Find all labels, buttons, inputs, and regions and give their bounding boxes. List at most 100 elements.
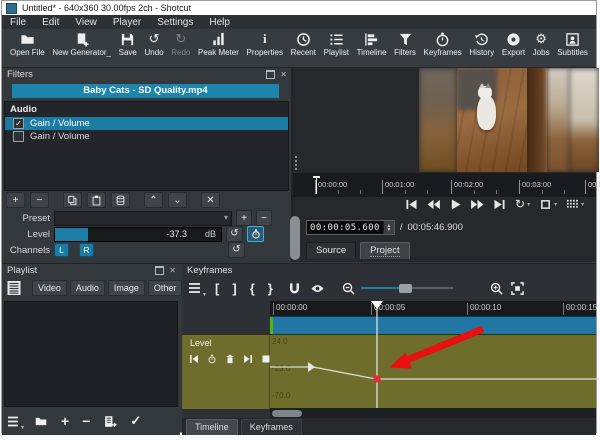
playlist-filter-video[interactable]: Video (32, 280, 67, 296)
menu-settings[interactable]: Settings (149, 17, 201, 28)
playlist-update-button[interactable] (103, 415, 118, 428)
rewind-button[interactable] (427, 199, 440, 210)
playlist-view-button[interactable] (6, 280, 22, 296)
tab-keyframes[interactable]: Keyframes (240, 419, 302, 435)
previous-keyframe-button[interactable] (189, 354, 199, 364)
tab-project[interactable]: Project (360, 242, 410, 259)
filter-checkbox-unchecked[interactable] (13, 131, 24, 142)
scrollbar-thumb[interactable] (272, 409, 302, 417)
next-keyframe-button[interactable] (243, 354, 253, 364)
playlist-filter-other[interactable]: Other (147, 280, 183, 296)
playlist-open-button[interactable] (34, 415, 48, 428)
skip-to-end-button[interactable] (493, 199, 506, 210)
keyframes-time-ruler[interactable]: 00:00:00 00:00:05 00:00:10 00:00:15 (270, 301, 597, 316)
player-time-ruler[interactable]: 00:00:00 00:01:00 00:02:00 00:03:00 00:0 (293, 173, 600, 197)
keyframes-menu-button[interactable]: ▾ (188, 282, 206, 298)
menu-player[interactable]: Player (105, 17, 149, 28)
preset-combobox[interactable]: ▾ (54, 210, 232, 226)
paste-filters-button[interactable] (87, 192, 106, 208)
playlist-menu-button[interactable]: ▾ (7, 415, 24, 431)
playlist-list-area[interactable] (4, 301, 178, 407)
playlist-add-button[interactable]: + (61, 413, 69, 429)
panel-splitter-vertical[interactable] (295, 156, 300, 170)
level-slider[interactable]: -37.3 dB (54, 226, 222, 242)
new-generator-button[interactable]: New Generator_ (52, 32, 111, 57)
recent-button[interactable]: Recent (291, 32, 316, 57)
undo-button[interactable]: ↺ Undo (145, 32, 164, 58)
set-filter-end-button[interactable]: ] (232, 281, 236, 296)
tab-timeline[interactable]: Timeline (186, 419, 238, 435)
save-filter-set-button[interactable] (111, 192, 130, 208)
float-panel-icon[interactable] (155, 266, 165, 275)
zoom-fit-button[interactable] (510, 281, 524, 295)
position-timecode[interactable]: 00:00:05.600 (307, 221, 383, 234)
playlist-done-button[interactable]: ✓ (130, 413, 141, 429)
copy-filters-button[interactable] (63, 192, 82, 208)
zoom-in-button[interactable] (490, 282, 503, 295)
move-filter-up-button[interactable]: ⌃ (144, 192, 163, 208)
fast-forward-button[interactable] (471, 199, 484, 210)
delete-preset-button[interactable]: − (256, 210, 272, 226)
player-playhead[interactable] (313, 176, 320, 194)
playlist-remove-button[interactable]: − (82, 413, 90, 429)
keyframes-h-scrollbar[interactable] (270, 408, 596, 418)
snap-toggle[interactable] (288, 282, 301, 295)
menu-file[interactable]: File (2, 17, 34, 28)
redo-button[interactable]: ↻ Redo (171, 32, 190, 58)
level-reset-button[interactable]: ↺ (226, 226, 243, 242)
save-preset-button[interactable]: + (236, 210, 252, 226)
playlist-button[interactable]: Playlist (324, 32, 349, 57)
menu-view[interactable]: View (67, 17, 105, 28)
play-button[interactable] (449, 199, 462, 210)
subtitles-button[interactable]: Subtitles (557, 32, 588, 57)
history-button[interactable]: History (469, 32, 494, 57)
filter-checkbox-checked[interactable]: ✓ (13, 118, 24, 129)
volume-slider[interactable] (290, 216, 300, 260)
deselect-filter-button[interactable]: ✕ (201, 192, 220, 208)
scrub-while-dragging-toggle[interactable] (310, 283, 325, 294)
close-panel-icon[interactable]: ✕ (169, 266, 176, 275)
filter-row-gain-volume-2[interactable]: Gain / Volume (5, 130, 288, 143)
keyframes-clip-bar[interactable] (270, 316, 596, 334)
menu-help[interactable]: Help (201, 17, 238, 28)
remove-filter-button[interactable]: − (30, 192, 49, 208)
save-button[interactable]: Save (119, 32, 137, 57)
menu-edit[interactable]: Edit (34, 17, 67, 28)
timecode-spinner[interactable]: ▲ ▼ (382, 221, 394, 234)
jobs-button[interactable]: ⚙ Jobs (533, 32, 550, 58)
filters-button[interactable]: Filters (394, 32, 416, 57)
channels-reset-button[interactable]: ↺ (228, 242, 245, 258)
set-second-simple-keyframe-button[interactable]: } (268, 281, 273, 296)
in-out-button[interactable]: ▾ (539, 199, 557, 210)
skip-to-start-button[interactable] (405, 199, 418, 210)
properties-button[interactable]: i Properties (247, 32, 283, 58)
keyframes-zoom-slider[interactable] (360, 283, 453, 293)
keyframes-button[interactable]: Keyframes (424, 32, 462, 57)
add-filter-button[interactable]: + (6, 192, 25, 208)
float-panel-icon[interactable] (266, 70, 276, 79)
export-button[interactable]: Export (502, 32, 525, 57)
channel-right-button[interactable]: R (79, 243, 94, 257)
tab-source[interactable]: Source (306, 242, 357, 259)
timeline-button[interactable]: Timeline (357, 32, 387, 57)
loop-button[interactable]: ↻ ▾ (515, 198, 530, 210)
hold-keyframe-button[interactable] (261, 354, 271, 364)
set-filter-start-button[interactable]: [ (215, 281, 219, 296)
playlist-filter-image[interactable]: Image (107, 280, 145, 296)
zoom-out-button[interactable] (342, 282, 355, 295)
open-file-button[interactable]: Open File (10, 32, 45, 57)
zoom-slider-handle[interactable] (398, 283, 412, 293)
playlist-filter-audio[interactable]: Audio (69, 280, 105, 296)
level-keyframes-toggle[interactable] (247, 226, 264, 242)
stopwatch-icon[interactable] (207, 354, 217, 364)
position-timecode-field[interactable]: 00:00:05.600 ▲ ▼ (306, 220, 395, 235)
move-filter-down-button[interactable]: ⌄ (168, 192, 187, 208)
filter-row-gain-volume-1[interactable]: ✓ Gain / Volume (5, 117, 288, 130)
keyframes-graph[interactable]: Level 24.0 -23.0 -70.0 (182, 334, 596, 409)
peak-meter-button[interactable]: Peak Meter (198, 32, 239, 57)
grid-button[interactable]: ▾ (566, 199, 584, 210)
close-panel-icon[interactable]: ✕ (280, 70, 287, 79)
delete-keyframe-button[interactable] (225, 354, 235, 364)
set-first-simple-keyframe-button[interactable]: { (250, 281, 255, 296)
channel-left-button[interactable]: L (54, 243, 69, 257)
